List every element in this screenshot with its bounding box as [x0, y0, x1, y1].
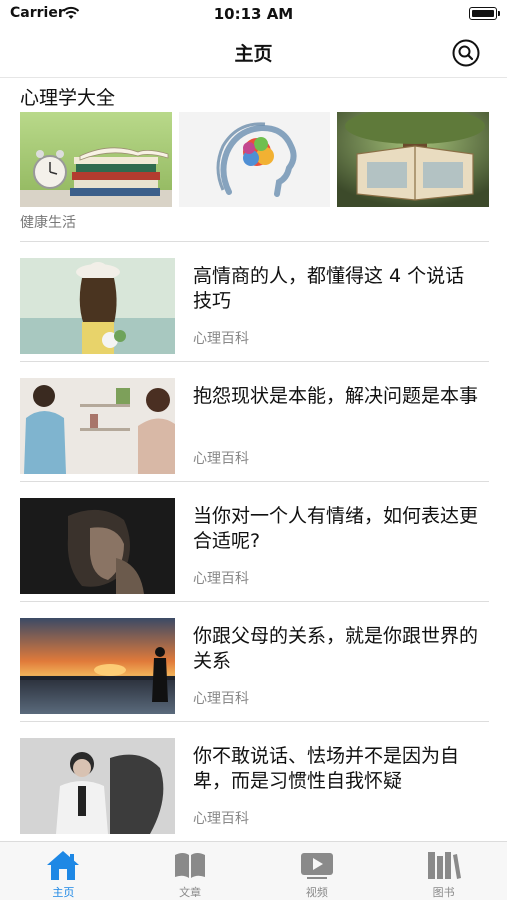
article-row[interactable]: 抱怨现状是本能，解决问题是本事 心理百科	[20, 378, 489, 474]
library-icon	[427, 852, 461, 879]
tab-label: 图书	[432, 886, 455, 899]
featured-caption: 健康生活	[20, 215, 76, 231]
article-thumbnail-pensive-woman	[20, 498, 175, 594]
article-row[interactable]: 高情商的人，都懂得这 4 个说话技巧 心理百科	[20, 258, 489, 354]
tab-label: 视频	[305, 886, 328, 899]
tab-label: 主页	[52, 886, 75, 899]
divider	[20, 721, 489, 722]
article-thumbnail-two-women	[20, 378, 175, 474]
navigation-bar: 主页	[0, 28, 507, 78]
home-feed[interactable]: 心理学大全 健康生活 高情商的人，都懂得这 4 个说话技巧 心理百科 抱怨现状是…	[0, 79, 507, 841]
tab-videos[interactable]: 视频	[254, 842, 381, 900]
section-title: 心理学大全	[20, 87, 116, 109]
page-title: 主页	[234, 43, 273, 65]
banner-brain-illustration[interactable]	[178, 112, 331, 207]
article-title: 你不敢说话、怯场并不是因为自卑，而是习惯性自我怀疑	[193, 745, 460, 792]
article-row[interactable]: 你跟父母的关系，就是你跟世界的关系 心理百科	[20, 618, 489, 714]
article-category: 心理百科	[193, 451, 249, 467]
article-thumbnail-woman-with-hat	[20, 258, 175, 354]
article-title: 你跟父母的关系，就是你跟世界的关系	[193, 625, 479, 672]
clock: 10:13 AM	[213, 5, 294, 23]
video-icon	[300, 853, 333, 879]
status-bar: Carrier 10:13 AM	[0, 0, 507, 28]
banner-books-and-clock[interactable]	[20, 112, 172, 207]
search-icon[interactable]	[452, 39, 480, 67]
article-title: 高情商的人，都懂得这 4 个说话技巧	[193, 265, 465, 312]
home-icon	[47, 851, 80, 880]
book-icon	[175, 853, 206, 878]
article-category: 心理百科	[193, 571, 249, 587]
article-row[interactable]: 你不敢说话、怯场并不是因为自卑，而是习惯性自我怀疑 心理百科	[20, 738, 489, 834]
divider	[20, 241, 489, 242]
banner-tree-book[interactable]	[337, 112, 490, 207]
divider	[20, 361, 489, 362]
article-row[interactable]: 当你对一个人有情绪，如何表达更合适呢? 心理百科	[20, 498, 489, 594]
tab-bar: 主页 文章 视频 图书	[0, 841, 507, 900]
tab-articles[interactable]: 文章	[127, 842, 254, 900]
tab-label: 文章	[179, 886, 202, 899]
article-title: 当你对一个人有情绪，如何表达更合适呢?	[193, 505, 479, 552]
divider	[20, 601, 489, 602]
article-category: 心理百科	[193, 811, 249, 827]
article-thumbnail-sunset-silhouette	[20, 618, 175, 714]
article-category: 心理百科	[193, 331, 249, 347]
featured-banner-row[interactable]	[20, 112, 490, 207]
article-title: 抱怨现状是本能，解决问题是本事	[193, 385, 479, 407]
battery-icon	[469, 7, 500, 20]
divider	[20, 481, 489, 482]
tab-books[interactable]: 图书	[380, 842, 507, 900]
article-category: 心理百科	[193, 691, 249, 707]
article-thumbnail-man-with-shadow	[20, 738, 175, 834]
tab-home[interactable]: 主页	[0, 842, 127, 900]
